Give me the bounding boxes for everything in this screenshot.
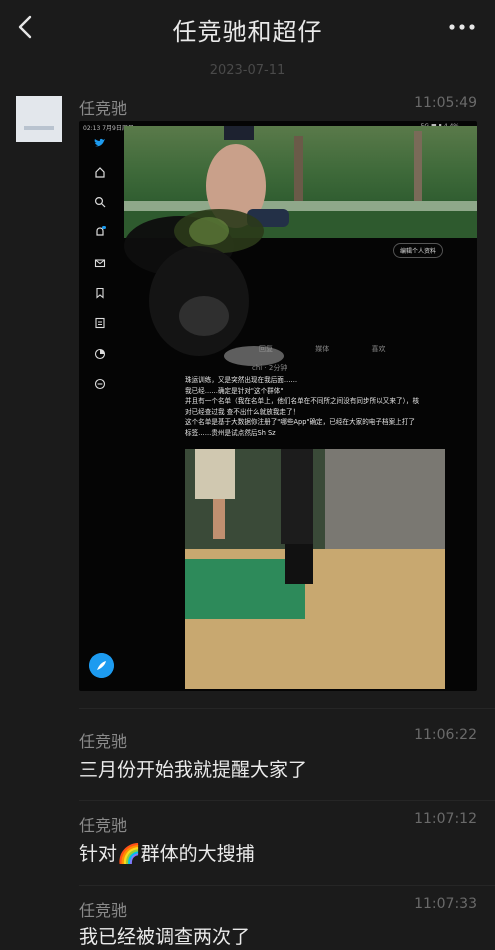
message-sender: 任竞驰 xyxy=(79,99,128,118)
tab-media[interactable]: 媒体 xyxy=(315,345,329,353)
redaction-smear xyxy=(124,209,284,366)
tweet-line: 我已经……确定是针对"这个群体" xyxy=(185,386,284,395)
message-text[interactable]: 针对🌈群体的大搜捕 xyxy=(79,839,255,866)
more-circle-icon[interactable] xyxy=(94,378,106,390)
message-time: 11:06:22 xyxy=(414,727,477,743)
avatar-image-icon xyxy=(16,96,62,142)
message-text[interactable]: 三月份开始我就提醒大家了 xyxy=(79,755,307,782)
chat-title: 任竞驰和超仔 xyxy=(172,18,323,46)
message-sender: 任竞驰 xyxy=(79,816,128,835)
message-divider xyxy=(79,708,495,709)
tweet-line: 并且有一个名单（我在名单上，他们名单在不同所之间没有同步所以又来了），核对已经查… xyxy=(185,397,420,416)
profile-icon[interactable] xyxy=(94,348,106,360)
search-icon[interactable] xyxy=(94,196,106,208)
chat-header: 任竞驰和超仔 xyxy=(0,0,495,56)
tab-likes[interactable]: 喜欢 xyxy=(371,345,385,353)
bookmark-icon[interactable] xyxy=(94,287,106,299)
message-time: 11:07:33 xyxy=(414,896,477,912)
shared-screenshot-image[interactable]: 02:13 7月9日周日 5G ■ ▮ 4.4% 编辑个人资料 回复 媒体 喜欢… xyxy=(79,121,477,691)
tweet-line: 这个名单是基于大数据你注册了"哪些App"确定，已经在大家的电子档案上打了标签…… xyxy=(185,418,415,437)
messages-icon[interactable] xyxy=(94,257,106,269)
compose-tweet-button[interactable] xyxy=(89,653,114,678)
message-divider xyxy=(79,885,495,886)
tweet-photo[interactable] xyxy=(185,449,445,689)
message-sender: 任竞驰 xyxy=(79,901,128,920)
message-time: 11:05:49 xyxy=(414,95,477,111)
home-icon[interactable] xyxy=(94,166,106,178)
twitter-bird-icon[interactable] xyxy=(94,137,106,149)
message-text[interactable]: 我已经被调查两次了 xyxy=(79,922,250,949)
edit-profile-button[interactable]: 编辑个人资料 xyxy=(393,243,444,258)
lists-icon[interactable] xyxy=(94,317,106,329)
message-time: 11:07:12 xyxy=(414,811,477,827)
notifications-icon[interactable] xyxy=(94,226,106,238)
avatar[interactable] xyxy=(16,96,62,142)
more-dots-icon[interactable] xyxy=(447,18,477,36)
tweet-body: 珠运训练，又是突然出现在我后面…… 我已经……确定是针对"这个群体" 并且有一个… xyxy=(185,375,420,438)
message-sender: 任竞驰 xyxy=(79,732,128,751)
message-divider xyxy=(79,800,495,801)
date-divider: 2023-07-11 xyxy=(209,63,286,78)
